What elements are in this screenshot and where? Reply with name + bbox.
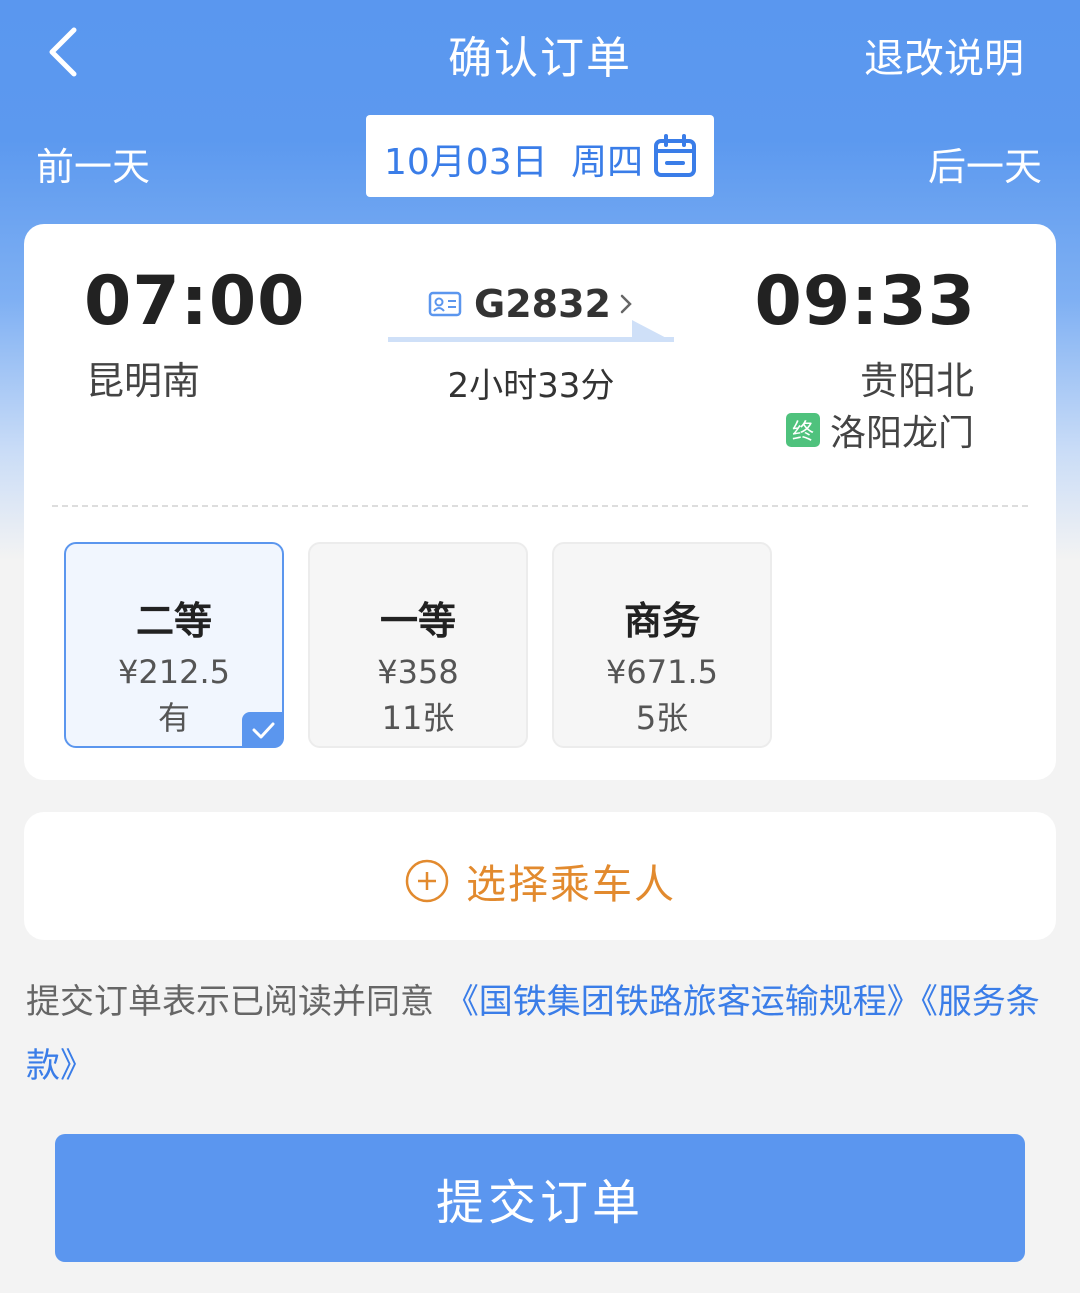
- date-picker[interactable]: 10月03日 周四: [366, 115, 714, 197]
- seat-option-first-class[interactable]: 一等 ¥358 11张: [308, 542, 528, 748]
- seat-class-name: 一等: [379, 599, 456, 643]
- date-value: 10月03日: [384, 142, 548, 183]
- terminal-info: 终 洛阳龙门: [785, 404, 974, 456]
- id-card-icon: [428, 291, 462, 317]
- agreement-notice: 提交订单表示已阅读并同意 《国铁集团铁路旅客运输规程》《服务条款》: [26, 970, 1046, 1098]
- seat-class-name: 二等: [135, 599, 212, 643]
- checkmark-icon: [252, 722, 275, 739]
- date-label: 10月03日 周四: [384, 133, 643, 185]
- direction-arrow-icon: [388, 320, 674, 342]
- divider: [52, 505, 1028, 507]
- agreement-prefix: 提交订单表示已阅读并同意: [26, 982, 445, 1022]
- seat-price: ¥212.5: [118, 653, 230, 691]
- select-passenger-label: 选择乘车人: [466, 862, 676, 908]
- next-day-button[interactable]: 后一天: [928, 136, 1042, 191]
- seat-availability: 11张: [381, 699, 455, 737]
- transport-rules-link[interactable]: 《国铁集团铁路旅客运输规程》: [445, 982, 921, 1022]
- select-passenger-content: 选择乘车人: [24, 852, 1056, 910]
- weekday-value: 周四: [571, 142, 644, 183]
- train-info-card: 07:00 昆明南 G2832 2小时33分 09:33 贵阳北 终 洛阳龙门 …: [24, 224, 1056, 780]
- refund-rules-link[interactable]: 退改说明: [864, 26, 1024, 84]
- plus-circle-icon: [405, 859, 449, 903]
- prev-day-button[interactable]: 前一天: [36, 136, 150, 191]
- seat-availability: 5张: [635, 699, 689, 737]
- header: 确认订单 退改说明: [0, 0, 1080, 105]
- seat-class-name: 商务: [623, 599, 700, 643]
- seat-option-second-class[interactable]: 二等 ¥212.5 有: [64, 542, 284, 748]
- seat-option-business-class[interactable]: 商务 ¥671.5 5张: [552, 542, 772, 748]
- travel-duration: 2小时33分: [447, 366, 615, 406]
- terminal-station: 洛阳龙门: [829, 413, 974, 454]
- calendar-icon: [654, 134, 696, 177]
- seat-price: ¥358: [377, 653, 459, 691]
- selected-badge: [242, 712, 284, 748]
- arrival-station: 贵阳北: [859, 359, 974, 403]
- select-passenger-button[interactable]: 选择乘车人: [24, 812, 1056, 940]
- seat-price: ¥671.5: [606, 653, 718, 691]
- submit-order-button[interactable]: 提交订单: [55, 1134, 1025, 1262]
- arrival-time: 09:33: [754, 262, 976, 341]
- chevron-right-icon: [620, 294, 632, 314]
- terminal-badge: 终: [785, 413, 820, 447]
- departure-station: 昆明南: [86, 359, 201, 403]
- departure-time: 07:00: [84, 262, 306, 341]
